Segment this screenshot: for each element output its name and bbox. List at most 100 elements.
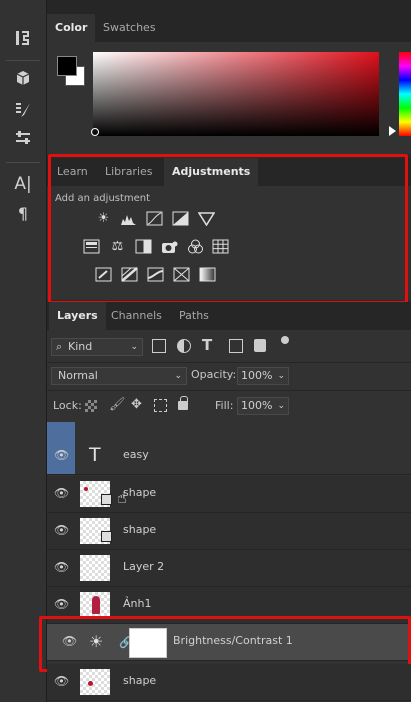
lock-label: Lock: [53, 399, 82, 412]
eye-icon[interactable]: 👁 [54, 674, 69, 688]
mouse-cursor-icon: ☝ [117, 488, 127, 507]
hue-slider[interactable] [399, 52, 411, 136]
layer-selection-strip [47, 422, 75, 438]
vibrance-icon[interactable] [197, 211, 216, 227]
filter-type-icon[interactable]: T [202, 336, 212, 354]
gradient-map-icon[interactable] [199, 267, 216, 282]
tab-libraries[interactable]: Libraries [97, 158, 161, 186]
lock-all-shackle [180, 396, 188, 403]
adjust-sliders-icon[interactable] [10, 128, 36, 152]
levels-icon[interactable] [120, 211, 137, 226]
text-layer-icon: T [89, 444, 101, 466]
3d-cube-icon[interactable] [10, 68, 36, 92]
foreground-color-swatch-front[interactable] [57, 56, 77, 76]
chevron-down-icon: ⌄ [130, 342, 138, 352]
blend-mode-dropdown[interactable]: Normal ⌄ [51, 367, 187, 385]
filter-adjustment-icon[interactable] [177, 339, 191, 353]
layer-name: Layer 2 [123, 560, 165, 573]
tab-channels[interactable]: Channels [103, 302, 170, 330]
filter-pixel-icon[interactable] [152, 339, 166, 353]
layer-row[interactable]: 👁 Ảnh1 [47, 587, 411, 624]
adjustments-panel: Learn Libraries Adjustments Add an adjus… [47, 158, 411, 300]
thumbnail-dot [88, 681, 93, 686]
hue-slider-handle[interactable] [389, 126, 396, 136]
lock-transparent-icon[interactable] [85, 400, 97, 412]
history-brush-icon[interactable] [10, 28, 36, 52]
layer-row[interactable]: 👁 T easy [47, 438, 411, 475]
blend-mode-value: Normal [58, 369, 98, 382]
eye-icon[interactable]: 👁 [54, 448, 69, 462]
tab-color[interactable]: Color [47, 14, 96, 42]
lock-artboard-icon[interactable] [154, 399, 167, 412]
selective-color-icon[interactable] [173, 267, 190, 282]
side-toolbar: A| ¶ [0, 0, 47, 702]
layer-row[interactable]: 👁 shape ☝ [47, 476, 411, 513]
toolbar-divider [6, 162, 40, 163]
smart-object-badge-icon [101, 494, 112, 505]
invert-icon[interactable] [95, 267, 112, 282]
channel-mixer-icon[interactable] [187, 239, 204, 254]
color-picker-area [47, 42, 411, 154]
tab-layers[interactable]: Layers [49, 302, 106, 330]
saturation-brightness-field[interactable] [93, 52, 379, 136]
threshold-icon[interactable] [147, 267, 164, 282]
hue-saturation-icon[interactable] [83, 239, 100, 254]
eye-icon[interactable]: 👁 [62, 634, 77, 648]
divider [47, 362, 411, 363]
chevron-down-icon: ⌄ [277, 401, 285, 411]
fill-input[interactable]: 100% ⌄ [237, 397, 289, 415]
fill-label: Fill: [215, 399, 234, 412]
layer-row[interactable]: 👁 shape [47, 513, 411, 550]
layer-row[interactable]: 👁 Layer 2 [47, 550, 411, 587]
layer-mask-thumbnail[interactable] [129, 628, 167, 658]
filter-shape-icon[interactable] [229, 339, 243, 353]
lock-pixels-icon[interactable]: 🖌 [109, 397, 126, 412]
brightness-adjustment-icon: ☀ [89, 632, 104, 651]
color-lookup-icon[interactable] [212, 239, 229, 254]
eye-icon[interactable]: 👁 [54, 597, 69, 611]
search-icon: ⌕ [56, 340, 63, 353]
layer-thumbnail [80, 592, 110, 618]
photo-filter-icon[interactable] [161, 239, 178, 254]
opacity-value: 100% [241, 369, 273, 382]
tab-swatches[interactable]: Swatches [95, 14, 164, 42]
divider [47, 390, 411, 391]
layer-name: easy [123, 448, 149, 461]
adjustments-tabbar: Learn Libraries Adjustments [47, 158, 411, 186]
color-cursor[interactable] [91, 128, 99, 136]
layer-row[interactable]: 👁 shape [47, 664, 411, 701]
layer-filter-dropdown[interactable]: ⌕ Kind ⌄ [51, 338, 143, 356]
opacity-input[interactable]: 100% ⌄ [237, 367, 289, 385]
black-white-icon[interactable] [135, 239, 152, 254]
panel-collapse-bar[interactable]: ‹‹ [0, 0, 411, 14]
lock-position-icon[interactable]: ✥ [131, 397, 142, 412]
character-icon[interactable]: A| [10, 172, 36, 196]
posterize-icon[interactable] [121, 267, 138, 282]
color-tabbar: Color Swatches [47, 14, 411, 42]
brightness-icon[interactable]: ☀ [95, 211, 112, 226]
adjustments-body: Add an adjustment ☀ ⚖ [47, 186, 411, 300]
tab-learn[interactable]: Learn [49, 158, 96, 186]
chevron-down-icon: ⌄ [174, 371, 182, 381]
layer-thumbnail [80, 555, 110, 581]
filter-smart-object-icon[interactable] [254, 339, 266, 352]
layer-row[interactable]: 👁 ☀ 🔗 Brightness/Contrast 1 [47, 624, 411, 661]
paragraph-icon[interactable]: ¶ [10, 202, 36, 226]
fill-value: 100% [241, 399, 273, 412]
eye-icon[interactable]: 👁 [54, 486, 69, 500]
eye-icon[interactable]: 👁 [54, 560, 69, 574]
filter-toggle-icon[interactable] [281, 336, 289, 344]
color-panel: Color Swatches [47, 14, 411, 154]
eye-icon[interactable]: 👁 [54, 523, 69, 537]
layer-name: shape [123, 523, 157, 536]
color-balance-icon[interactable]: ⚖ [109, 239, 126, 254]
exposure-icon[interactable] [172, 211, 189, 226]
tab-adjustments[interactable]: Adjustments [164, 158, 259, 186]
thumbnail-figure [92, 596, 100, 614]
tab-paths[interactable]: Paths [171, 302, 217, 330]
brush-settings-icon[interactable] [10, 100, 36, 124]
curves-icon[interactable] [146, 211, 163, 226]
opacity-label: Opacity: [191, 368, 237, 381]
smart-object-badge-icon [101, 531, 112, 542]
toolbar-divider [6, 60, 40, 61]
